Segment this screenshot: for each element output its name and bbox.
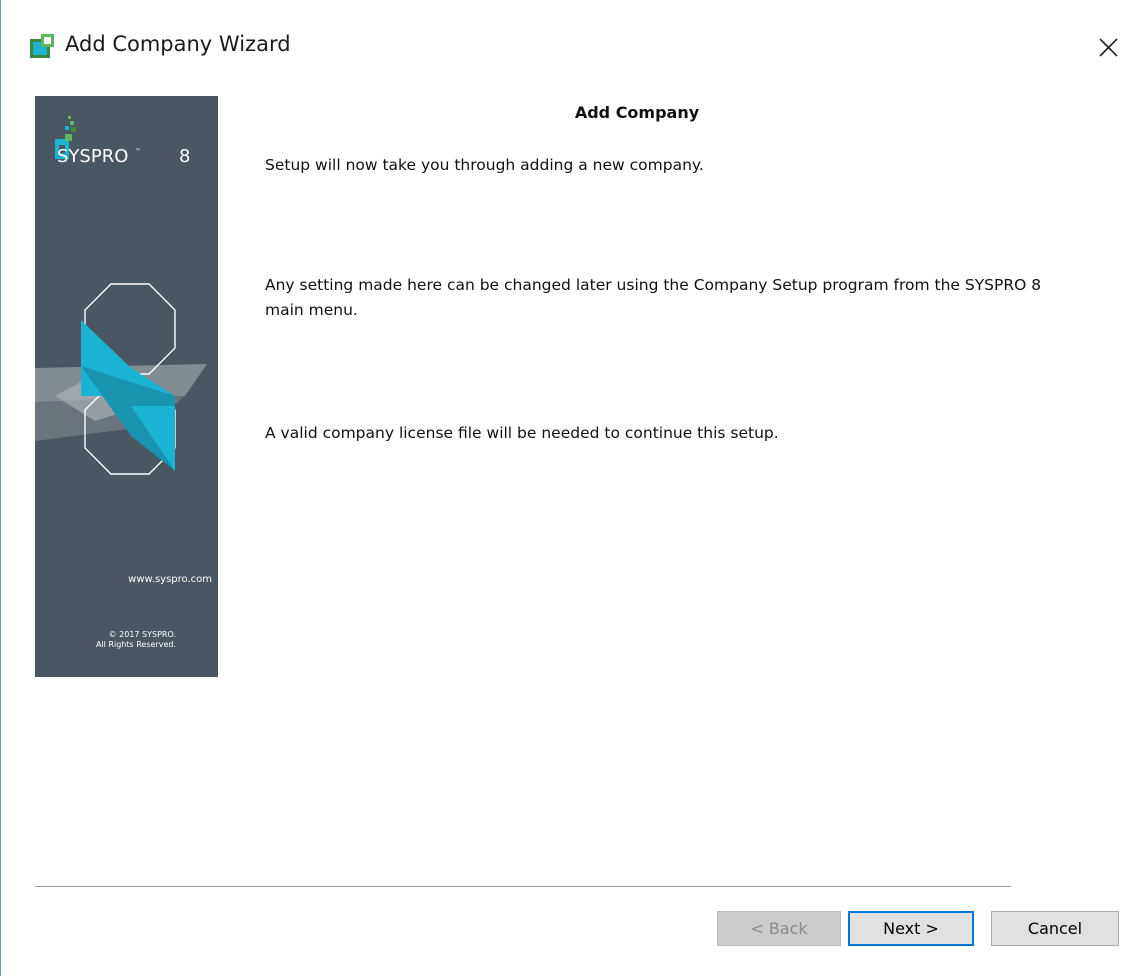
banner-url: www.syspro.com <box>128 574 212 585</box>
next-button[interactable]: Next > <box>848 911 974 946</box>
copyright-line-2: All Rights Reserved. <box>95 640 176 649</box>
brand-trademark: ™ <box>135 148 141 155</box>
intro-text: Setup will now take you through adding a… <box>265 156 704 174</box>
window-title: Add Company Wizard <box>65 32 291 56</box>
copyright-line-1: © 2017 SYSPRO. <box>108 630 176 639</box>
close-icon[interactable] <box>1087 28 1127 68</box>
settings-note-line-2: main menu. <box>265 301 358 319</box>
wizard-window: Add Company Wizard SYSPRO ™ 8 www.syspro… <box>0 0 1135 976</box>
title-bar: Add Company Wizard <box>1 0 1135 94</box>
license-note: A valid company license file will be nee… <box>265 424 779 442</box>
syspro-banner-graphic <box>35 116 207 475</box>
page-heading: Add Company <box>574 103 700 122</box>
banner-copyright: © 2017 SYSPRO. All Rights Reserved. <box>35 630 176 650</box>
syspro-banner: SYSPRO ™ 8 www.syspro.com © 2017 SYSPRO.… <box>35 96 218 677</box>
footer-separator <box>35 886 1011 887</box>
back-button[interactable]: < Back <box>717 911 841 946</box>
cancel-button[interactable]: Cancel <box>991 911 1119 946</box>
settings-note-line-1: Any setting made here can be changed lat… <box>265 276 1042 294</box>
brand-version: 8 <box>179 146 191 167</box>
brand-name: SYSPRO <box>57 146 129 167</box>
syspro-app-icon <box>27 31 57 61</box>
